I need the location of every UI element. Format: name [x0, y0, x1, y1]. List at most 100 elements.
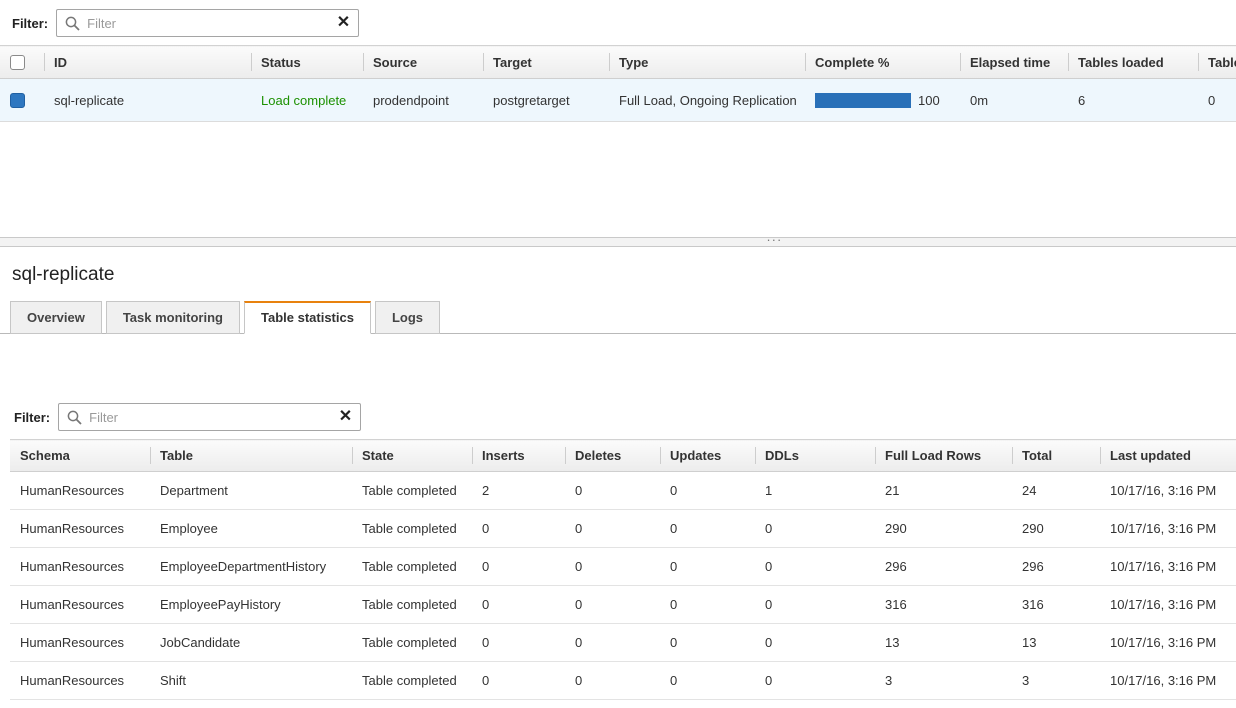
stats-cell: Table completed — [352, 661, 472, 700]
col-tables-errored[interactable]: Tables errored — [1198, 44, 1236, 80]
col-last-updated[interactable]: Last updated — [1100, 439, 1236, 472]
clear-filter-icon[interactable]: ✕ — [337, 13, 350, 33]
stats-cell: Table completed — [352, 547, 472, 586]
stats-cell: Table completed — [352, 509, 472, 548]
col-total[interactable]: Total — [1012, 439, 1100, 472]
stats-cell: JobCandidate — [150, 623, 352, 662]
stats-cell: 0 — [565, 661, 660, 700]
tasks-header-row: ID Status Source Target Type Complete % … — [0, 44, 1236, 80]
stats-cell: 0 — [660, 623, 755, 662]
stats-cell: Table completed — [352, 623, 472, 662]
tab-task-monitoring[interactable]: Task monitoring — [105, 301, 240, 334]
stats-cell: HumanResources — [10, 661, 150, 700]
task-tables-errored: 0 — [1198, 78, 1236, 123]
stats-cell: 0 — [472, 585, 565, 624]
stats-cell: 10/17/16, 3:16 PM — [1100, 509, 1236, 548]
progress-percent: 100 — [918, 92, 940, 108]
col-deletes[interactable]: Deletes — [565, 439, 660, 472]
stats-filter-box: ✕ — [58, 403, 362, 431]
stats-cell: 0 — [660, 547, 755, 586]
col-source[interactable]: Source — [363, 44, 483, 80]
stats-filter-input[interactable] — [59, 404, 361, 430]
tab-logs[interactable]: Logs — [374, 301, 441, 334]
stats-cell: 13 — [1012, 623, 1100, 662]
select-all-header — [0, 44, 44, 80]
task-tables-loaded: 6 — [1068, 78, 1198, 123]
tab-table-statistics[interactable]: Table statistics — [243, 301, 371, 334]
stats-row: HumanResources JobCandidate Table complete… — [10, 623, 1236, 662]
tasks-filter-box: ✕ — [56, 9, 360, 37]
stats-cell: 0 — [755, 547, 875, 586]
col-state[interactable]: State — [352, 439, 472, 472]
col-full-load-rows[interactable]: Full Load Rows — [875, 439, 1012, 472]
tasks-filter-label: Filter: — [12, 15, 49, 31]
tab-overview[interactable]: Overview — [10, 301, 102, 334]
stats-cell: 0 — [755, 661, 875, 700]
stats-cell: 0 — [755, 585, 875, 624]
stats-cell: 3 — [1012, 661, 1100, 700]
col-updates[interactable]: Updates — [660, 439, 755, 472]
task-type: Full Load, Ongoing Replication — [609, 78, 805, 123]
task-row[interactable]: sql-replicate Load complete prodendpoint… — [0, 78, 1236, 123]
stats-cell: 0 — [660, 471, 755, 510]
stats-cell: 296 — [875, 547, 1012, 586]
stats-row: HumanResources EmployeeDepartmentHistory T… — [10, 547, 1236, 586]
panel-splitter[interactable]: ··· — [0, 232, 1236, 247]
stats-panel: Filter: ✕ Schema Table State Inserts Del… — [0, 394, 1236, 700]
stats-cell: 0 — [660, 509, 755, 548]
stats-cell: 0 — [472, 547, 565, 586]
col-status[interactable]: Status — [251, 44, 363, 80]
stats-row: HumanResources Department Table completed 2… — [10, 471, 1236, 510]
progress-bar: 100 — [815, 92, 950, 108]
detail-tabs: Overview Task monitoring Table statistic… — [0, 300, 1236, 334]
stats-cell: 290 — [1012, 509, 1100, 548]
progress-fill — [815, 92, 911, 108]
select-all-checkbox[interactable] — [10, 55, 25, 71]
col-id[interactable]: ID — [44, 44, 251, 80]
progress-track — [815, 92, 911, 108]
col-target[interactable]: Target — [483, 44, 609, 80]
tasks-filter-bar: Filter: ✕ — [0, 0, 1236, 45]
stats-cell: 0 — [565, 547, 660, 586]
col-schema[interactable]: Schema — [10, 439, 150, 472]
clear-filter-icon[interactable]: ✕ — [339, 407, 352, 427]
stats-cell: 24 — [1012, 471, 1100, 510]
stats-cell: 0 — [755, 623, 875, 662]
stats-cell: HumanResources — [10, 471, 150, 510]
stats-cell: 290 — [875, 509, 1012, 548]
stats-cell: Employee — [150, 509, 352, 548]
stats-cell: HumanResources — [10, 585, 150, 624]
stats-cell: EmployeeDepartmentHistory — [150, 547, 352, 586]
stats-cell: 0 — [472, 509, 565, 548]
stats-cell: 21 — [875, 471, 1012, 510]
task-row-checkbox[interactable] — [10, 93, 25, 109]
col-tables-loaded[interactable]: Tables loaded — [1068, 44, 1198, 80]
stats-cell: 316 — [1012, 585, 1100, 624]
col-complete[interactable]: Complete % — [805, 44, 960, 80]
detail-panel: sql-replicate Overview Task monitoring T… — [0, 263, 1236, 334]
stats-cell: Table completed — [352, 471, 472, 510]
stats-cell: 0 — [660, 661, 755, 700]
stats-cell: 13 — [875, 623, 1012, 662]
task-elapsed-time: 0m — [960, 78, 1068, 123]
stats-row: HumanResources Shift Table completed 0 0 0 0 3 3… — [10, 661, 1236, 700]
tasks-table: ID Status Source Target Type Complete % … — [0, 44, 1236, 123]
stats-header-row: Schema Table State Inserts Deletes Updat… — [10, 439, 1236, 472]
stats-cell: Table completed — [352, 585, 472, 624]
stats-cell: 0 — [565, 471, 660, 510]
col-type[interactable]: Type — [609, 44, 805, 80]
splitter-handle-icon: ··· — [766, 232, 783, 247]
col-table[interactable]: Table — [150, 439, 352, 472]
stats-cell: 1 — [755, 471, 875, 510]
search-icon — [65, 16, 80, 31]
col-ddls[interactable]: DDLs — [755, 439, 875, 472]
task-complete-cell: 100 — [805, 78, 960, 123]
stats-table: Schema Table State Inserts Deletes Updat… — [10, 439, 1236, 700]
task-row-select-cell — [0, 78, 44, 123]
stats-cell: 0 — [472, 661, 565, 700]
col-inserts[interactable]: Inserts — [472, 439, 565, 472]
tasks-filter-input[interactable] — [57, 10, 359, 36]
stats-cell: EmployeePayHistory — [150, 585, 352, 624]
col-elapsed-time[interactable]: Elapsed time — [960, 44, 1068, 80]
tasks-panel: Filter: ✕ ID Status Source Target Type C… — [0, 0, 1236, 237]
